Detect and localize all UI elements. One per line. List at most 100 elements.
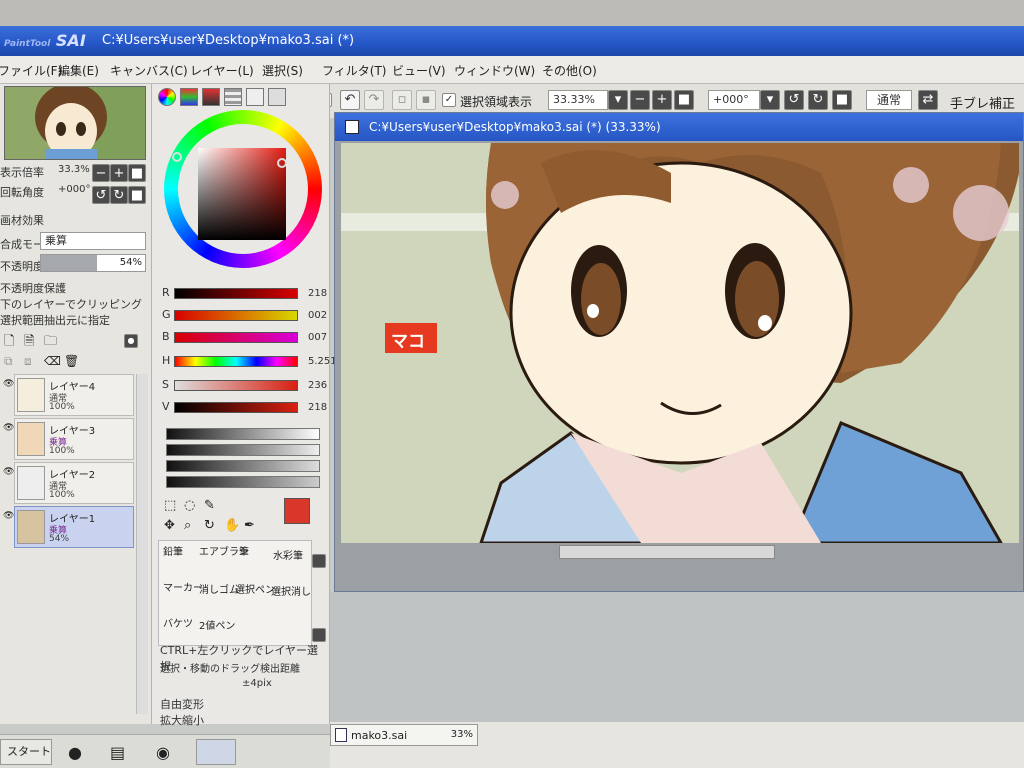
v-slider[interactable] xyxy=(174,402,298,413)
nav-zoom-out-button[interactable]: − xyxy=(92,164,110,182)
color-picker-handle[interactable] xyxy=(277,158,287,168)
intermediate-color-tab[interactable] xyxy=(224,88,242,106)
menu-canvas[interactable]: キャンバス(C) xyxy=(110,62,188,79)
copy-layer-icon[interactable]: ⧉ xyxy=(4,354,13,369)
tool-brush[interactable]: 筆 xyxy=(239,543,249,558)
zoom-out-button[interactable]: − xyxy=(630,90,650,110)
nav-zoom-in-button[interactable]: + xyxy=(110,164,128,182)
rotation-reset-button[interactable]: ■ xyxy=(832,90,852,110)
rgb-slider-tab[interactable] xyxy=(180,88,198,106)
flip-button[interactable]: ⇄ xyxy=(918,90,938,110)
start-button[interactable]: スタート xyxy=(0,739,52,765)
redo-button[interactable]: ↷ xyxy=(364,90,384,110)
swatches-tab[interactable] xyxy=(246,88,264,106)
eye-icon[interactable]: 👁 xyxy=(3,379,14,389)
tool-panel-button-2[interactable] xyxy=(312,628,326,642)
navigator-preview[interactable] xyxy=(4,86,146,160)
nav-rotate-left-button[interactable]: ↺ xyxy=(92,186,110,204)
artwork[interactable]: マコ xyxy=(341,143,1019,543)
browser-icon[interactable]: ● xyxy=(68,743,82,762)
eye-icon[interactable]: 👁 xyxy=(3,467,14,477)
intermediate-color-bars[interactable] xyxy=(166,428,320,492)
layer-scrollbar[interactable] xyxy=(136,374,148,714)
canvas-window[interactable]: C:¥Users¥user¥Desktop¥mako3.sai (*) (33.… xyxy=(334,112,1024,592)
eye-icon[interactable]: 👁 xyxy=(3,511,14,521)
taskbar-app-button[interactable] xyxy=(196,739,236,765)
preserve-opacity-option[interactable]: 不透明度保護 xyxy=(0,280,66,296)
rotation-field[interactable]: +000° xyxy=(708,90,760,110)
menu-select[interactable]: 選択(S) xyxy=(262,62,303,79)
zoom-dropdown-button[interactable]: ▾ xyxy=(608,90,628,110)
tool-select-pen[interactable]: 選択ペン xyxy=(235,581,275,596)
tool-select-eraser[interactable]: 選択消し xyxy=(271,583,311,598)
menu-layer[interactable]: レイヤー(L) xyxy=(190,62,254,79)
merge-icon[interactable]: ⧈ xyxy=(24,354,32,369)
canvas-scrollbar[interactable] xyxy=(559,545,775,559)
selection-source-option[interactable]: 選択範囲抽出元に指定 xyxy=(0,312,110,328)
invert-selection-button[interactable]: ▪ xyxy=(416,90,436,110)
zoom-reset-button[interactable]: ■ xyxy=(674,90,694,110)
folder-icon[interactable]: ▤ xyxy=(110,743,125,762)
free-transform-option[interactable]: 自由変形 xyxy=(160,696,204,712)
current-color-swatch[interactable] xyxy=(284,498,310,524)
r-slider[interactable] xyxy=(174,288,298,299)
hand-icon[interactable]: ✋ xyxy=(224,518,240,533)
rotate-icon[interactable]: ↻ xyxy=(204,518,215,533)
layer-row-selected[interactable]: 👁 レイヤー1 乗算 54% xyxy=(3,506,134,548)
menu-filter[interactable]: フィルタ(T) xyxy=(322,62,386,79)
lasso-icon[interactable]: ◌ xyxy=(184,498,195,513)
opacity-slider[interactable]: 54% xyxy=(40,254,146,272)
document-tab[interactable]: mako3.sai 33% xyxy=(330,724,478,746)
tool-pencil[interactable]: 鉛筆 xyxy=(163,543,183,558)
tool-bucket[interactable]: バケツ xyxy=(163,615,193,630)
b-slider[interactable] xyxy=(174,332,298,343)
move-icon[interactable]: ✥ xyxy=(164,518,175,533)
menu-window[interactable]: ウィンドウ(W) xyxy=(454,62,535,79)
rect-select-icon[interactable]: ⬚ xyxy=(164,498,176,513)
g-slider[interactable] xyxy=(174,310,298,321)
tool-watercolor[interactable]: 水彩筆 xyxy=(273,547,303,562)
rotation-dropdown-button[interactable]: ▾ xyxy=(760,90,780,110)
zoom-icon[interactable]: ⌕ xyxy=(184,518,191,533)
eyedropper-icon[interactable]: ✒ xyxy=(244,518,255,533)
h-slider[interactable] xyxy=(174,356,298,367)
hue-handle[interactable] xyxy=(172,152,182,162)
magic-wand-icon[interactable]: ✎ xyxy=(204,498,215,513)
new-layer-icon[interactable]: 🗋 xyxy=(4,332,14,354)
zoom-in-button[interactable]: + xyxy=(652,90,672,110)
rotate-right-button[interactable]: ↻ xyxy=(808,90,828,110)
trash-icon[interactable]: 🗑 xyxy=(64,354,79,368)
tool-binary-pen[interactable]: 2値ペン xyxy=(199,617,235,632)
folder-icon[interactable]: 🗀 xyxy=(44,332,57,354)
saturation-value-square[interactable] xyxy=(198,148,286,240)
nav-zoom-reset-button[interactable]: ■ xyxy=(128,164,146,182)
nav-rotation-reset-button[interactable]: ■ xyxy=(128,186,146,204)
show-selection-checkbox[interactable]: ✓ xyxy=(442,93,456,107)
zoom-field[interactable]: 33.33% xyxy=(548,90,608,110)
new-set-icon[interactable]: 🗎 xyxy=(24,332,34,354)
rotate-left-button[interactable]: ↺ xyxy=(784,90,804,110)
tool-marker[interactable]: マーカー xyxy=(163,579,203,594)
hsv-slider-tab[interactable] xyxy=(202,88,220,106)
layer-row[interactable]: 👁 レイヤー4 通常 100% xyxy=(3,374,134,416)
undo-button[interactable]: ↶ xyxy=(340,90,360,110)
tool-panel-button[interactable] xyxy=(312,554,326,568)
clipping-option[interactable]: 下のレイヤーでクリッピング xyxy=(0,296,142,312)
menu-file[interactable]: ファイル(F) xyxy=(0,62,62,79)
s-slider[interactable] xyxy=(174,380,298,391)
deselect-button[interactable]: ▫ xyxy=(392,90,412,110)
layer-row[interactable]: 👁 レイヤー3 乗算 100% xyxy=(3,418,134,460)
layer-blend-select[interactable]: 乗算 xyxy=(40,232,146,250)
nav-rotate-right-button[interactable]: ↻ xyxy=(110,186,128,204)
scratchpad-tab[interactable] xyxy=(268,88,286,106)
menu-other[interactable]: その他(O) xyxy=(542,62,597,79)
menu-edit[interactable]: 編集(E) xyxy=(58,62,99,79)
blend-mode-select[interactable]: 通常 xyxy=(866,90,912,110)
menu-view[interactable]: ビュー(V) xyxy=(392,62,446,79)
layer-panel-button[interactable]: ● xyxy=(124,334,138,348)
scale-option[interactable]: 拡大縮小 xyxy=(160,712,204,728)
tool-eraser[interactable]: 消しゴム xyxy=(199,581,239,596)
eye-icon[interactable]: 👁 xyxy=(3,423,14,433)
media-icon[interactable]: ◉ xyxy=(156,743,170,762)
drag-distance-value[interactable]: ±4pix xyxy=(242,678,272,689)
